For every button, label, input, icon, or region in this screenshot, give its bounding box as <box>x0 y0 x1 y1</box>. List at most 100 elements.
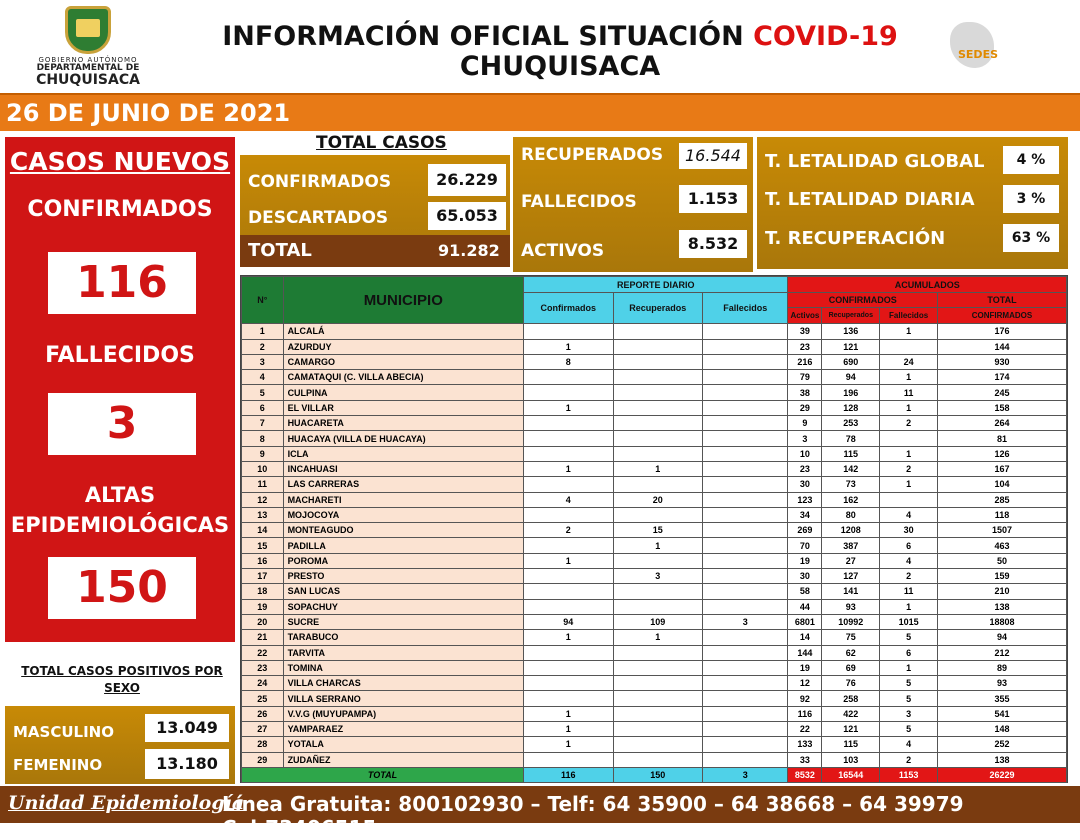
row-fallecidos <box>702 583 789 600</box>
row-confirmados <box>523 445 614 462</box>
table-row: 16 POROMA 1 19 27 4 50 <box>241 552 1068 570</box>
row-fallecidos <box>702 506 789 524</box>
row-num: 26 <box>241 705 284 723</box>
row-municipio: ICLA <box>282 445 525 462</box>
row-total: 89 <box>936 659 1068 677</box>
row-fallecidos <box>702 476 789 493</box>
row-fallecidos <box>702 629 789 646</box>
row-acc-recuperados: 690 <box>821 353 881 371</box>
row-num: 15 <box>241 537 284 554</box>
row-fallecidos <box>702 705 789 723</box>
row-municipio: MACHARETI <box>282 491 525 508</box>
row-recuperados <box>612 675 704 692</box>
row-recuperados <box>612 659 704 677</box>
fallecidos-total-value: 1.153 <box>679 185 747 213</box>
row-total: 210 <box>936 583 1068 600</box>
row-acc-recuperados: 94 <box>821 369 881 386</box>
row-activos: 39 <box>787 323 823 340</box>
row-activos: 14 <box>787 629 823 646</box>
row-confirmados <box>523 644 614 661</box>
row-confirmados: 2 <box>523 522 614 539</box>
row-total: 144 <box>936 338 1068 355</box>
casos-nuevos-heading: CASOS NUEVOS <box>9 147 231 176</box>
row-acc-recuperados: 128 <box>821 399 881 417</box>
row-acc-recuperados: 196 <box>821 384 881 401</box>
row-municipio: CAMATAQUI (C. VILLA ABECIA) <box>282 369 525 386</box>
row-confirmados <box>523 751 614 768</box>
row-total: 118 <box>936 506 1068 524</box>
row-acc-fallecidos: 2 <box>879 415 938 432</box>
row-recuperados <box>612 705 704 723</box>
col-fallecidos-header: Fallecidos <box>702 291 789 325</box>
row-total: 158 <box>936 399 1068 417</box>
row-recuperados <box>612 736 704 753</box>
total-label: TOTAL <box>241 766 524 784</box>
table-row: 23 TOMINA 19 69 1 89 <box>241 659 1068 677</box>
row-confirmados: 8 <box>523 353 614 371</box>
row-fallecidos <box>702 399 789 417</box>
row-acc-recuperados: 73 <box>821 476 881 493</box>
row-activos: 79 <box>787 369 823 386</box>
table-row: 22 TARVITA 144 62 6 212 <box>241 644 1068 661</box>
row-recuperados <box>612 751 704 768</box>
acumulados-header: ACUMULADOS <box>787 276 1067 293</box>
row-recuperados <box>612 399 704 417</box>
row-fallecidos <box>702 323 789 340</box>
row-fallecidos <box>702 415 789 432</box>
row-municipio: MOJOCOYA <box>282 506 525 524</box>
row-confirmados: 1 <box>523 629 614 646</box>
row-confirmados <box>523 476 614 493</box>
row-activos: 70 <box>787 537 823 554</box>
row-acc-fallecidos: 2 <box>879 751 938 768</box>
row-acc-recuperados: 10992 <box>821 613 881 631</box>
row-acc-fallecidos: 5 <box>879 690 938 707</box>
masculino-label: MASCULINO <box>13 723 114 741</box>
row-fallecidos <box>702 522 789 539</box>
row-acc-fallecidos <box>879 430 938 447</box>
row-fallecidos <box>702 552 789 570</box>
casos-nuevos-panel: CASOS NUEVOS CONFIRMADOS 116 FALLECIDOS … <box>5 137 235 642</box>
row-activos: 269 <box>787 522 823 539</box>
row-total: 138 <box>936 598 1068 615</box>
recuperados-value: 16.544 <box>679 143 747 169</box>
nuevos-altas-value: 150 <box>48 557 196 619</box>
date-bar: 26 DE JUNIO DE 2021 <box>0 93 1080 131</box>
row-acc-recuperados: 115 <box>821 736 881 753</box>
row-acc-recuperados: 142 <box>821 460 881 478</box>
row-activos: 116 <box>787 705 823 723</box>
total-casos-box: CONFIRMADOS 26.229 DESCARTADOS 65.053 TO… <box>240 155 510 267</box>
row-confirmados: 4 <box>523 491 614 508</box>
recuperados-label: RECUPERADOS <box>521 145 664 165</box>
row-municipio: TARABUCO <box>282 629 525 646</box>
row-acc-fallecidos: 1 <box>879 323 938 340</box>
row-total: 1507 <box>936 522 1068 539</box>
row-fallecidos <box>702 460 789 478</box>
row-num: 3 <box>241 353 284 371</box>
confirmados-label: CONFIRMADOS <box>27 197 213 222</box>
row-activos: 58 <box>787 583 823 600</box>
row-acc-recuperados: 387 <box>821 537 881 554</box>
row-activos: 92 <box>787 690 823 707</box>
table-row: 1 ALCALÁ 39 136 1 176 <box>241 323 1068 340</box>
row-activos: 30 <box>787 568 823 585</box>
row-activos: 216 <box>787 353 823 371</box>
row-acc-recuperados: 1208 <box>821 522 881 539</box>
row-activos: 33 <box>787 751 823 768</box>
row-confirmados: 1 <box>523 460 614 478</box>
row-municipio: EL VILLAR <box>282 399 525 417</box>
sexo-box: MASCULINO 13.049 FEMENINO 13.180 <box>5 706 235 784</box>
row-municipio: HUACARETA <box>282 415 525 432</box>
footer-contact: Línea Gratuita: 800102930 – Telf: 64 359… <box>222 792 964 840</box>
col-num-header: N° <box>241 275 284 325</box>
title-line2: CHUQUISACA <box>459 51 661 82</box>
row-fallecidos <box>702 736 789 753</box>
row-acc-recuperados: 93 <box>821 598 881 615</box>
row-recuperados <box>612 721 704 738</box>
row-acc-fallecidos: 5 <box>879 721 938 738</box>
row-activos: 123 <box>787 491 823 508</box>
row-activos: 38 <box>787 384 823 401</box>
coat-of-arms-icon <box>65 6 111 54</box>
row-acc-recuperados: 127 <box>821 568 881 585</box>
row-recuperados <box>612 506 704 524</box>
row-num: 22 <box>241 644 284 661</box>
